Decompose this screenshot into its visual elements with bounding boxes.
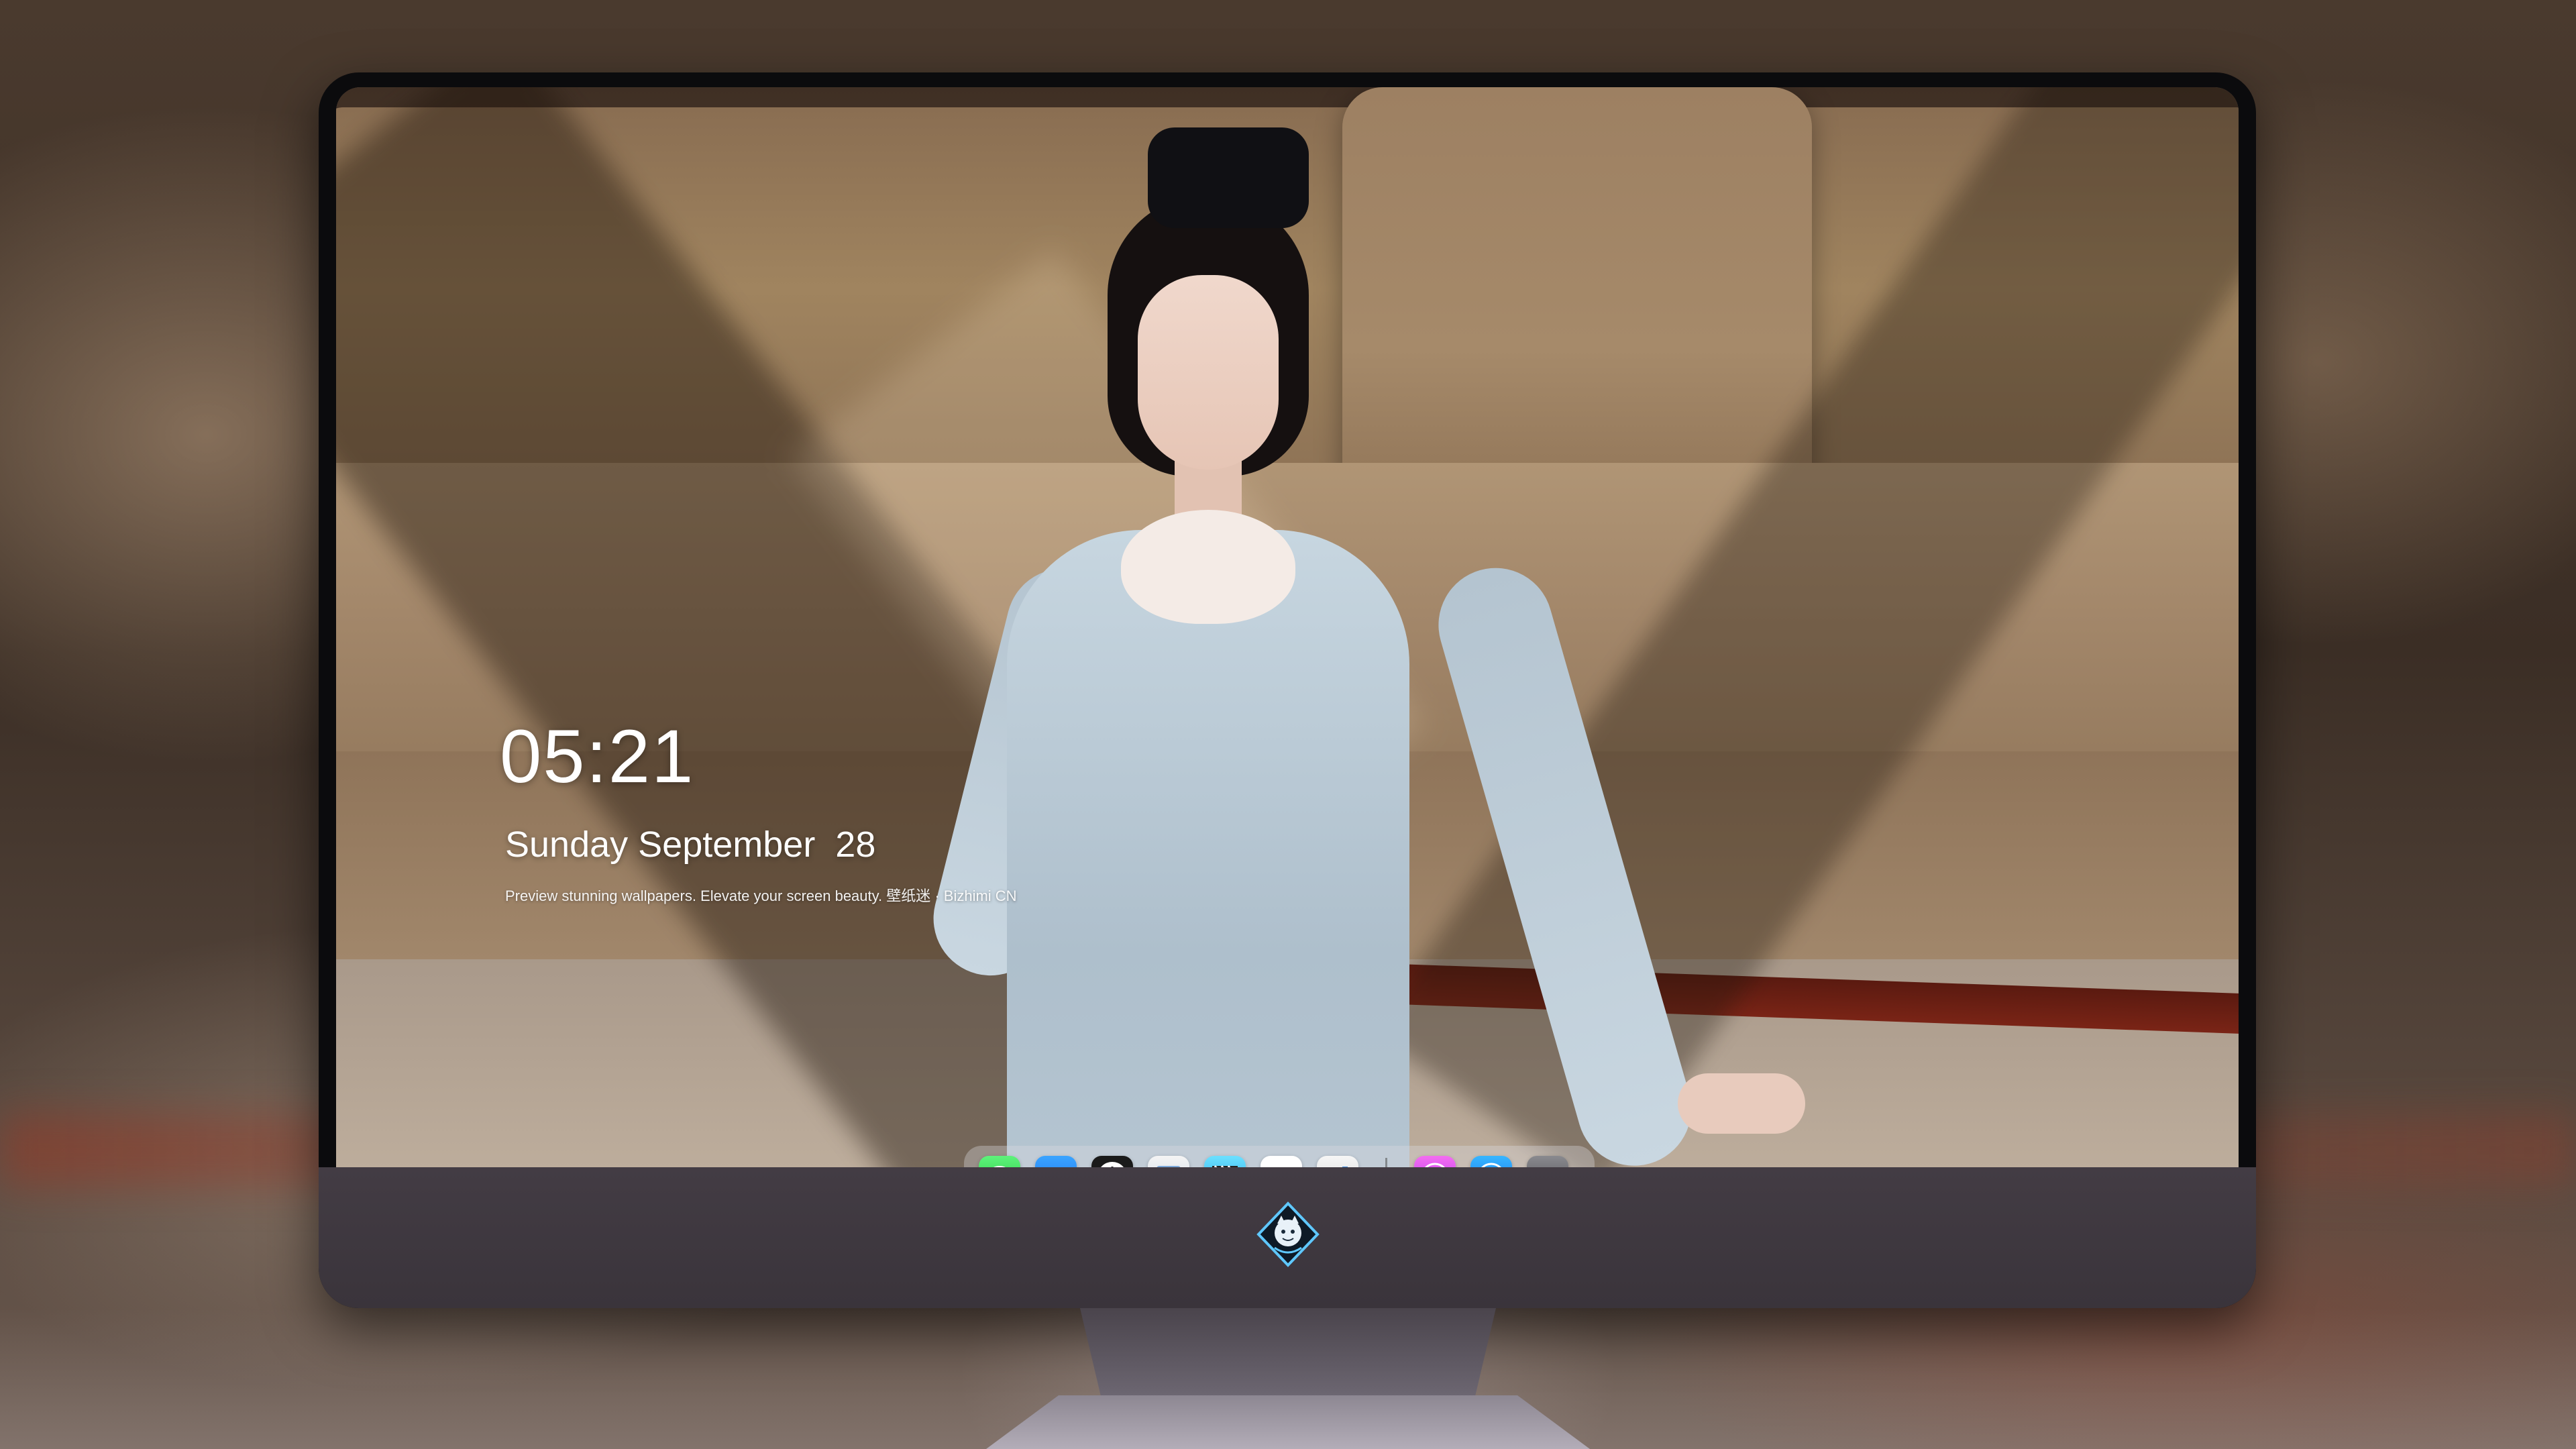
wallpaper-figure-collar <box>1121 510 1295 624</box>
wallpaper-cushion <box>1342 87 1812 523</box>
lock-screen-tagline: Preview stunning wallpapers. Elevate you… <box>505 888 1017 904</box>
monitor-stand-base <box>986 1395 1590 1449</box>
wallpaper-figure-hand <box>1678 1073 1805 1134</box>
wallpaper-figure-face <box>1138 275 1279 470</box>
wallpaper-figure-body <box>1007 530 1409 1228</box>
dragon-mascot-logo-icon <box>1254 1201 1322 1268</box>
monitor-frame: 05:21 Sunday September 28 Preview stunni… <box>319 72 2256 1308</box>
wallpaper-figure-bow <box>1148 127 1309 228</box>
screen <box>336 87 2239 1228</box>
lock-screen-time: 05:21 <box>500 714 695 798</box>
lock-screen-date: Sunday September 28 <box>505 824 876 865</box>
